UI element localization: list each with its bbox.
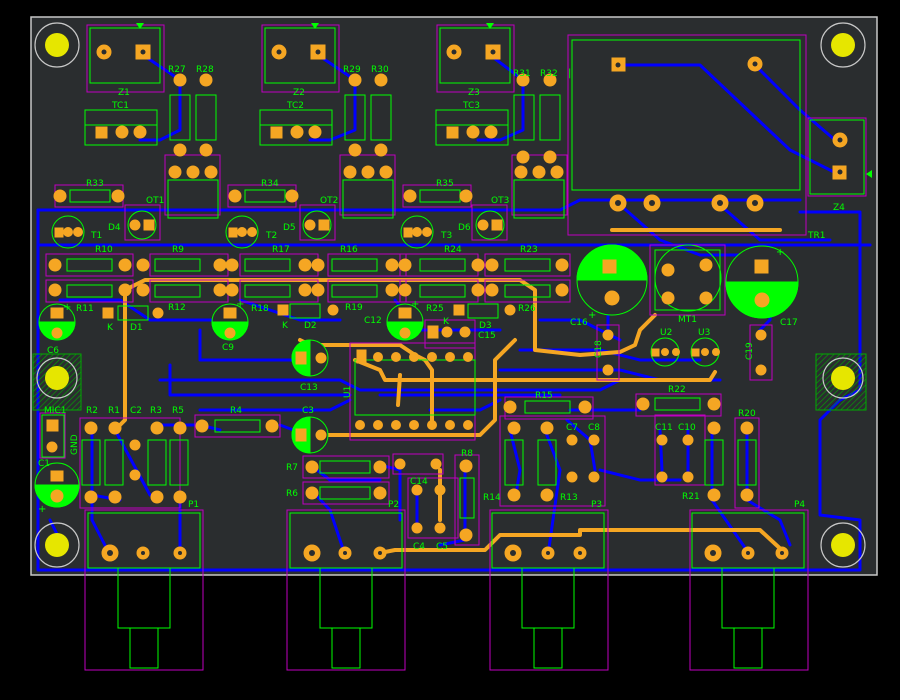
label-r34: R34	[261, 179, 279, 189]
label-z2: Z2	[293, 88, 305, 98]
label-r2: R2	[86, 406, 98, 416]
label-r18: R18	[251, 304, 269, 314]
label-z1: Z1	[118, 88, 130, 98]
label-c14: C14	[410, 477, 428, 487]
label-r11: R11	[76, 304, 94, 314]
label-d3: D3	[479, 321, 492, 331]
label-r35: R35	[436, 179, 454, 189]
label-c2: C2	[130, 406, 142, 416]
label-gnd: GND	[70, 434, 80, 455]
label-c8: C8	[588, 423, 600, 433]
label-ot3: OT3	[491, 196, 509, 206]
label-r21: R21	[682, 492, 700, 502]
label-r12: R12	[168, 303, 186, 313]
svg-text:+: +	[38, 504, 46, 515]
label-r13: R13	[560, 493, 578, 503]
label-r4: R4	[230, 406, 242, 416]
label-r6: R6	[286, 489, 298, 499]
label-r24: R24	[444, 245, 462, 255]
label-t3: T3	[440, 231, 452, 241]
label-mic1: MIC1	[44, 406, 66, 416]
svg-text:+: +	[411, 299, 419, 310]
label-c11: C11	[655, 423, 673, 433]
label-c9: C9	[222, 343, 234, 353]
label-p2: P2	[388, 500, 399, 510]
label-c15: C15	[478, 331, 496, 341]
label-tc2: TC2	[286, 101, 304, 111]
label-p3: P3	[591, 500, 602, 510]
label-r29: R29	[343, 65, 361, 75]
label-r31: R31	[513, 69, 531, 79]
label-c18: C18	[594, 340, 604, 358]
label-r10: R10	[95, 245, 113, 255]
label-t2: T2	[265, 231, 277, 241]
label-r20: R20	[738, 409, 756, 419]
label-r33: R33	[86, 179, 104, 189]
label-c7: C7	[566, 423, 578, 433]
label-tr1: TR1	[807, 231, 825, 241]
label-tc3: TC3	[462, 101, 480, 111]
label-r32: R32	[540, 69, 558, 79]
label-r9: R9	[172, 245, 184, 255]
label-r28: R28	[196, 65, 214, 75]
label-u3: U3	[698, 328, 710, 338]
label-c13: C13	[300, 383, 318, 393]
label-p1: P1	[188, 500, 199, 510]
label-r26: R26	[518, 304, 536, 314]
label-c1: C1	[38, 459, 50, 469]
label-r14: R14	[483, 493, 501, 503]
label-c16: C16	[570, 318, 588, 328]
label-r30: R30	[371, 65, 389, 75]
label-z4: Z4	[833, 203, 845, 213]
label-d6: D6	[458, 223, 471, 233]
label-c4: C4	[413, 542, 425, 552]
label-r25: R25	[426, 304, 444, 314]
label-r8: R8	[461, 449, 473, 459]
label-u1: U1	[343, 386, 353, 398]
label-ot2: OT2	[320, 196, 338, 206]
label-c3: C3	[302, 406, 314, 416]
label-ot1: OT1	[146, 196, 164, 206]
label-r17: R17	[272, 245, 290, 255]
label-c6: C6	[47, 346, 59, 356]
label-c5: C5	[436, 542, 448, 552]
pcb-layout: Z1 Z2 Z3 Z4 TC1 TC2 TC3 R27 R28 R29 R30 …	[30, 16, 878, 671]
label-r1: R1	[108, 406, 120, 416]
label-mt1: MT1	[678, 315, 697, 325]
svg-text:+: +	[588, 310, 596, 321]
label-p4: P4	[794, 500, 805, 510]
label-r23: R23	[520, 245, 538, 255]
svg-text:|: |	[568, 68, 571, 79]
label-c12: C12	[364, 316, 382, 326]
label-r7: R7	[286, 463, 298, 473]
label-c19: C19	[745, 342, 755, 360]
label-tc1: TC1	[111, 101, 129, 111]
svg-text:+: +	[236, 299, 244, 310]
label-d4: D4	[108, 223, 121, 233]
label-r3: R3	[150, 406, 162, 416]
label-z3: Z3	[468, 88, 480, 98]
label-r19: R19	[345, 303, 363, 313]
label-r5: R5	[172, 406, 184, 416]
svg-text:+: +	[63, 302, 71, 313]
label-t1: T1	[90, 231, 102, 241]
label-c17: C17	[780, 318, 798, 328]
label-u2: U2	[660, 328, 672, 338]
label-d1: D1	[130, 323, 143, 333]
svg-text:+: +	[776, 247, 784, 258]
label-r15: R15	[535, 391, 553, 401]
label-r16: R16	[340, 245, 358, 255]
label-c10: C10	[678, 423, 696, 433]
label-d5: D5	[283, 223, 296, 233]
label-r27: R27	[168, 65, 186, 75]
label-d2: D2	[304, 321, 317, 331]
label-r22: R22	[668, 385, 686, 395]
